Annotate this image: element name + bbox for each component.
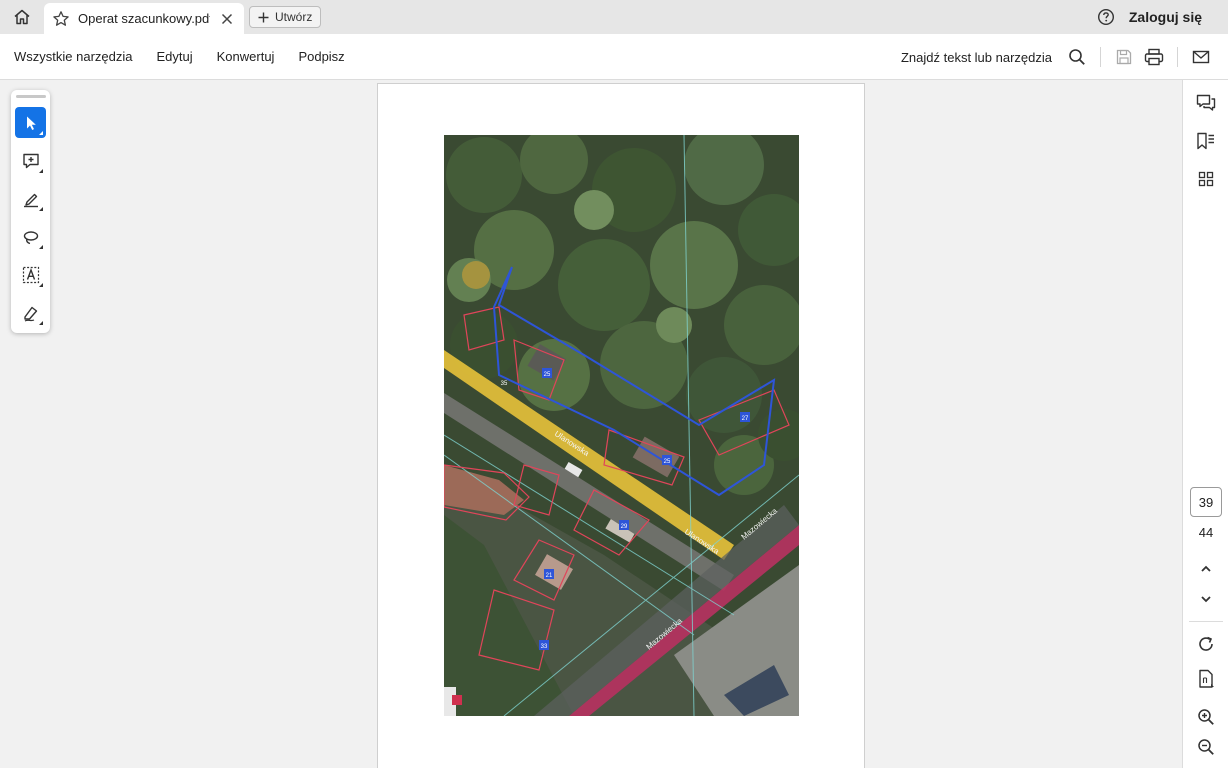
search-icon (1069, 49, 1085, 65)
star-icon[interactable] (52, 10, 70, 28)
email-icon (1192, 50, 1210, 64)
bookmarks-button[interactable] (1191, 126, 1221, 156)
page-fit-button[interactable] (1191, 664, 1221, 694)
tool-menu-indicator (39, 169, 43, 173)
rotate-button[interactable] (1191, 629, 1221, 659)
tool-menu-indicator (39, 283, 43, 287)
panel-drag-handle[interactable] (15, 95, 46, 98)
comments-icon (1196, 94, 1216, 111)
menu-convert[interactable]: Konwertuj (205, 49, 287, 64)
menu-separator (1100, 47, 1101, 67)
sign-pen-icon (23, 306, 37, 322)
create-button[interactable]: Utwórz (249, 6, 322, 28)
text-select-icon (22, 266, 39, 283)
zoom-in-button[interactable] (1191, 702, 1221, 732)
menu-all-tools[interactable]: Wszystkie narzędzia (0, 49, 144, 64)
parcel-number-label: 35 (501, 381, 508, 387)
parcel-number-label: 27 (742, 416, 749, 422)
tool-menu-indicator (39, 245, 43, 249)
draw-lasso-icon (23, 230, 38, 244)
save-button[interactable] (1109, 42, 1139, 72)
create-label: Utwórz (275, 10, 313, 24)
find-tools-label[interactable]: Znajdź tekst lub narzędzia (901, 50, 1052, 65)
quick-tools-panel (11, 90, 50, 333)
sign-in-link[interactable]: Zaloguj się (1129, 9, 1202, 25)
print-icon (1144, 48, 1164, 66)
close-icon (221, 13, 233, 24)
current-page-input[interactable]: 39 (1190, 487, 1222, 517)
aerial-map-image: Mazowiecka Mazowiecka Ulanowska Ulanowska 25… (444, 135, 799, 716)
print-button[interactable] (1139, 42, 1169, 72)
tab-bar: Operat szacunkowy.pdf Utwórz Zaloguj się (0, 0, 1228, 34)
document-tab[interactable]: Operat szacunkowy.pdf (44, 3, 244, 34)
highlight-pen-icon (23, 193, 38, 207)
tool-menu-indicator (39, 207, 43, 211)
home-icon (14, 9, 30, 25)
text-tool[interactable] (15, 259, 46, 290)
share-email-button[interactable] (1186, 42, 1216, 72)
sign-tool[interactable] (15, 297, 46, 328)
rail-separator (1189, 621, 1223, 622)
close-tab-button[interactable] (218, 10, 236, 28)
tool-menu-indicator (39, 321, 43, 325)
thumbnails-button[interactable] (1191, 164, 1221, 194)
plus-icon (258, 12, 269, 22)
parcel-number-label: 25 (664, 459, 671, 465)
home-button[interactable] (0, 0, 44, 34)
menu-edit[interactable]: Edytuj (144, 49, 204, 64)
save-icon (1116, 49, 1132, 65)
menu-bar: Wszystkie narzędzia Edytuj Konwertuj Pod… (0, 34, 1228, 80)
zoom-out-icon (1198, 739, 1214, 755)
help-icon (1097, 8, 1114, 26)
comments-button[interactable] (1191, 88, 1221, 118)
grid-icon (1198, 171, 1214, 187)
select-arrow-icon (26, 116, 36, 130)
tool-menu-indicator (39, 131, 43, 135)
page-fit-icon (1199, 669, 1214, 688)
previous-page-button[interactable] (1191, 554, 1221, 584)
add-comment-icon (22, 153, 39, 168)
zoom-out-button[interactable] (1191, 732, 1221, 762)
tab-title: Operat szacunkowy.pdf (78, 11, 210, 26)
chevron-up-icon (1201, 565, 1211, 572)
draw-tool[interactable] (15, 221, 46, 252)
total-pages: 44 (1198, 525, 1214, 540)
highlight-tool[interactable] (15, 183, 46, 214)
parcel-number-label: 29 (621, 524, 628, 530)
parcel-number-label: 21 (546, 573, 553, 579)
bookmark-list-icon (1197, 132, 1214, 150)
parcel-number-label: 25 (544, 372, 551, 378)
search-button[interactable] (1062, 42, 1092, 72)
chevron-down-icon (1201, 596, 1211, 603)
zoom-in-icon (1198, 709, 1214, 725)
menu-sign[interactable]: Podpisz (286, 49, 356, 64)
next-page-button[interactable] (1191, 584, 1221, 614)
menu-separator (1177, 47, 1178, 67)
help-button[interactable] (1097, 8, 1115, 26)
rotate-icon (1199, 636, 1213, 651)
parcel-number-label: 33 (541, 644, 548, 650)
right-rail: 39 44 (1182, 80, 1228, 768)
add-comment-tool[interactable] (15, 145, 46, 176)
select-tool[interactable] (15, 107, 46, 138)
document-page: Mazowiecka Mazowiecka Ulanowska Ulanowska 25… (377, 83, 865, 768)
